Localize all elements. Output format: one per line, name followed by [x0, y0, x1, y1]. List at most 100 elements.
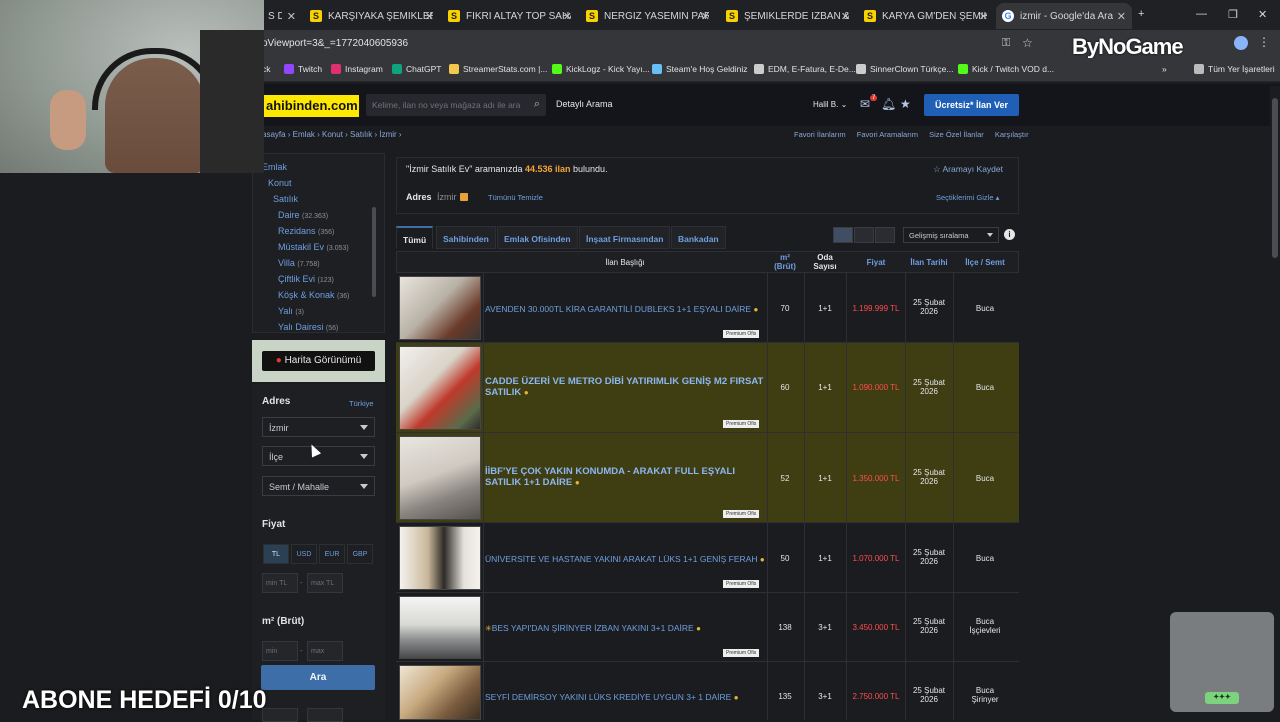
browser-tab[interactable]: S KARYA GM'DEN ŞEMİKLER ✕ [858, 3, 994, 29]
close-tab-icon[interactable]: ✕ [425, 10, 434, 23]
listing-title[interactable]: CADDE ÜZERİ VE METRO DİBİ YATIRIMLIK GEN… [485, 376, 765, 398]
max-price-input[interactable]: max TL [307, 573, 343, 593]
column-area[interactable]: m² (Brüt) [770, 253, 800, 271]
tab-agency[interactable]: Emlak Ofisinden [497, 226, 578, 249]
close-tab-icon[interactable]: ✕ [841, 10, 850, 23]
country-link[interactable]: Türkiye [349, 399, 374, 408]
info-icon[interactable]: i [1004, 229, 1015, 240]
browser-tab[interactable]: S FİKRİ ALTAY TOP SAHASI ✕ [442, 3, 578, 29]
category-item[interactable]: Köşk & Konak (36) [278, 290, 350, 300]
table-row[interactable]: Premium Ofis ✳BES YAPI'DAN ŞİRİNYER İZBA… [396, 593, 1019, 662]
search-input[interactable]: Kelime, ilan no veya mağaza adı ile ara … [366, 94, 546, 116]
tab-bank[interactable]: Bankadan [671, 226, 726, 249]
category-scrollbar[interactable] [372, 207, 376, 297]
category-item[interactable]: Çiftlik Evi (123) [278, 274, 334, 284]
bookmark-star-icon[interactable]: ☆ [1022, 36, 1033, 50]
max-area-input[interactable]: max [307, 641, 343, 661]
listing-title[interactable]: AVENDEN 30.000TL KİRA GARANTİLİ DUBLEKS … [485, 304, 765, 315]
category-item[interactable]: Rezidans (356) [278, 226, 334, 236]
category-item[interactable]: Villa (7.758) [278, 258, 320, 268]
search-icon[interactable]: ⌕ [534, 98, 540, 111]
bookmark-item[interactable]: Instagram [331, 64, 383, 74]
currency-gbp[interactable]: GBP [347, 544, 373, 564]
menu-icon[interactable]: ⋮ [1258, 35, 1270, 49]
table-row[interactable]: Premium Ofis CADDE ÜZERİ VE METRO DİBİ Y… [396, 343, 1019, 433]
category-item[interactable]: Konut [268, 178, 292, 188]
compare-link[interactable]: Karşılaştır [995, 130, 1029, 139]
bookmark-item[interactable]: Kick / Twitch VOD d... [958, 64, 1054, 74]
category-item[interactable]: Müstakil Ev (3.053) [278, 242, 349, 252]
tab-owner[interactable]: Sahibinden [436, 226, 496, 249]
user-menu[interactable]: Halil B. ⌄ [813, 100, 847, 109]
min-area-input[interactable]: min [262, 641, 298, 661]
listing-photo[interactable] [399, 436, 481, 520]
column-title[interactable]: İlan Başlığı [560, 258, 690, 267]
grid-view-icon[interactable] [875, 227, 895, 243]
bookmark-item[interactable]: ChatGPT [392, 64, 441, 74]
listing-photo[interactable] [399, 526, 481, 590]
url-field[interactable]: oViewport=3&_=1772040605936 [262, 38, 408, 49]
close-tab-icon[interactable]: ✕ [701, 10, 710, 23]
bookmark-item[interactable]: Twitch [284, 64, 322, 74]
map-view-button[interactable]: ● Harita Görünümü [262, 351, 375, 371]
category-item[interactable]: Satılık [273, 194, 298, 204]
all-bookmarks[interactable]: Tüm Yer İşaretleri [1194, 64, 1275, 74]
currency-tl[interactable]: TL [263, 544, 289, 564]
browser-tab[interactable]: S ŞEMİKLERDE İZBAN & AN ✕ [720, 3, 856, 29]
breadcrumb[interactable]: asayfa › Emlak › Konut › Satılık › İzmir… [262, 130, 402, 139]
bookmark-item[interactable]: KickLogz - Kick Yayı... [552, 64, 650, 74]
favorites-star-icon[interactable]: ★ [900, 97, 911, 111]
free-ad-button[interactable]: Ücretsiz* İlan Ver [924, 94, 1019, 116]
restore-button[interactable]: ❐ [1228, 8, 1238, 21]
close-tab-icon[interactable]: ✕ [287, 10, 296, 23]
listing-title[interactable]: ✳BES YAPI'DAN ŞİRİNYER İZBAN YAKINI 3+1 … [485, 623, 765, 634]
close-tab-icon[interactable]: ✕ [563, 10, 572, 23]
gallery-view-icon[interactable] [854, 227, 874, 243]
listing-photo[interactable] [399, 596, 481, 659]
key-icon[interactable]: ⚿ [1002, 37, 1010, 50]
table-row[interactable]: Premium Ofis İİBF'YE ÇOK YAKIN KONUMDA -… [396, 433, 1019, 523]
sort-select[interactable]: Gelişmiş sıralama [903, 227, 999, 243]
bookmark-item[interactable]: EDM, E-Fatura, E-De... [754, 64, 856, 74]
category-item[interactable]: Yalı Dairesi (56) [278, 322, 338, 332]
bookmark-item[interactable]: SinnerClown Türkçe... [856, 64, 953, 74]
listing-title[interactable]: SEYFİ DEMİRSOY YAKINI LÜKS KREDİYE UYGUN… [485, 692, 765, 703]
clear-all-link[interactable]: Tümünü Temizle [488, 193, 543, 202]
listing-title[interactable]: ÜNİVERSİTE VE HASTANE YAKINI ARAKAT LÜKS… [485, 554, 765, 565]
listing-title[interactable]: İİBF'YE ÇOK YAKIN KONUMDA - ARAKAT FULL … [485, 466, 765, 488]
column-price[interactable]: Fiyat [850, 258, 902, 267]
profile-icon[interactable] [1234, 36, 1248, 50]
listing-photo[interactable] [399, 276, 481, 340]
save-search-link[interactable]: ☆ Aramayı Kaydet [933, 164, 1003, 175]
new-tab-button[interactable]: + [1138, 8, 1144, 20]
currency-usd[interactable]: USD [291, 544, 317, 564]
site-logo[interactable]: ahibinden.com [264, 95, 359, 117]
neighborhood-select[interactable]: Semt / Mahalle [262, 476, 375, 496]
detailed-search-link[interactable]: Detaylı Arama [556, 99, 613, 109]
bookmarks-more-icon[interactable]: » [1162, 64, 1167, 74]
close-tab-icon[interactable]: ✕ [1117, 10, 1126, 23]
favorite-listings-link[interactable]: Favori İlanlarım [794, 130, 846, 139]
list-view-icon[interactable] [833, 227, 853, 243]
table-row[interactable]: SEYFİ DEMİRSOY YAKINI LÜKS KREDİYE UYGUN… [396, 662, 1019, 720]
favorite-searches-link[interactable]: Favori Aramalarım [857, 130, 918, 139]
category-item[interactable]: Yalı (3) [278, 306, 304, 316]
column-location[interactable]: İlçe / Semt [955, 258, 1015, 267]
bookmark-item[interactable]: StreamerStats.com |... [449, 64, 547, 74]
scrollbar-thumb[interactable] [1272, 98, 1278, 258]
personal-listings-link[interactable]: Size Özel İlanlar [929, 130, 984, 139]
min-price-input[interactable]: min TL [262, 573, 298, 593]
column-rooms[interactable]: Oda Sayısı [807, 253, 843, 271]
table-row[interactable]: Premium Ofis ÜNİVERSİTE VE HASTANE YAKIN… [396, 523, 1019, 593]
browser-tab[interactable]: S NERGİZ YASEMİN PARK E ✕ [580, 3, 716, 29]
hide-selections-link[interactable]: Seçtiklerimi Gizle ▴ [936, 193, 999, 202]
minimize-button[interactable]: — [1196, 8, 1207, 20]
category-item[interactable]: Daire (32.363) [278, 210, 328, 220]
category-item[interactable]: Emlak [262, 162, 287, 172]
remove-filter-icon[interactable] [460, 193, 468, 201]
listing-photo[interactable] [399, 346, 481, 430]
table-row[interactable]: Premium Ofis AVENDEN 30.000TL KİRA GARAN… [396, 273, 1019, 343]
browser-tab-active[interactable]: G izmir - Google'da Ara ✕ [996, 3, 1132, 29]
city-select[interactable]: İzmir [262, 417, 375, 437]
currency-eur[interactable]: EUR [319, 544, 345, 564]
